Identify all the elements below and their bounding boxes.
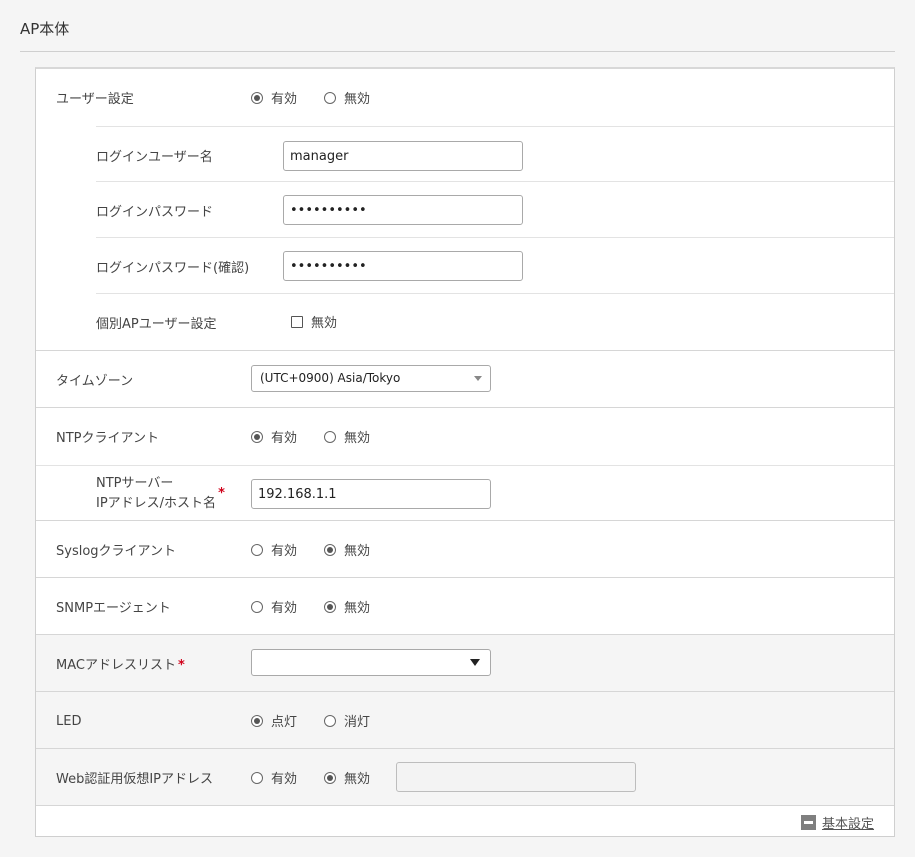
radio-label: 無効: [344, 544, 371, 559]
row-login-password: ログインパスワード: [96, 182, 894, 238]
led-on-radio[interactable]: 点灯: [251, 711, 297, 730]
mac-list-select[interactable]: [251, 649, 491, 676]
required-mark: *: [177, 658, 185, 673]
user-setting-enabled-radio[interactable]: 有効: [251, 88, 297, 107]
individual-ap-user-checkbox[interactable]: 無効: [291, 312, 337, 331]
radio-unselected-icon: [251, 600, 263, 613]
row-ntp-server: NTPサーバー IPアドレス/ホスト名*: [36, 465, 894, 521]
row-individual-ap-user: 個別APユーザー設定 無効: [36, 294, 894, 351]
individual-ap-user-label: 個別APユーザー設定: [96, 317, 217, 332]
syslog-client-disabled-radio[interactable]: 無効: [324, 540, 370, 559]
mac-list-label: MACアドレスリスト *: [56, 658, 185, 673]
section-title: AP本体: [20, 20, 70, 38]
row-web-auth-ip: Web認証用仮想IPアドレス 有効 無効: [36, 749, 894, 806]
radio-label: 無効: [344, 772, 371, 787]
led-off-radio[interactable]: 消灯: [324, 711, 370, 730]
radio-selected-icon: [324, 600, 336, 613]
timezone-label: タイムゾーン: [56, 374, 134, 389]
collapse-minus-icon: [800, 815, 816, 830]
user-setting-disabled-radio[interactable]: 無効: [324, 88, 370, 107]
radio-label: 有効: [271, 544, 298, 559]
radio-unselected-icon: [324, 430, 336, 443]
login-password-label: ログインパスワード: [96, 205, 214, 220]
ntp-client-label: NTPクライアント: [56, 431, 159, 446]
radio-label: 有効: [271, 601, 298, 616]
web-auth-ip-enabled-radio[interactable]: 有効: [251, 768, 297, 787]
settings-panel: ユーザー設定 有効 無効 ログインユーザー名 ログインパスワード ログインパスワ…: [35, 67, 895, 837]
radio-unselected-icon: [251, 771, 263, 784]
web-auth-ip-input: [396, 762, 636, 792]
radio-label: 有効: [271, 431, 298, 446]
radio-selected-icon: [251, 91, 263, 104]
checkbox-unchecked-icon: [291, 315, 303, 328]
web-auth-ip-label: Web認証用仮想IPアドレス: [56, 772, 214, 787]
radio-unselected-icon: [324, 714, 336, 727]
radio-label: 無効: [344, 431, 371, 446]
syslog-client-label: Syslogクライアント: [56, 544, 177, 559]
row-syslog-client: Syslogクライアント 有効 無効: [36, 521, 894, 578]
checkbox-label: 無効: [311, 316, 338, 331]
radio-label: 無効: [344, 601, 371, 616]
radio-label: 有効: [271, 772, 298, 787]
basic-settings-link-label: 基本設定: [821, 817, 874, 832]
radio-label: 点灯: [271, 715, 298, 730]
snmp-agent-enabled-radio[interactable]: 有効: [251, 597, 297, 616]
basic-settings-link[interactable]: 基本設定: [800, 813, 874, 832]
radio-label: 有効: [271, 92, 298, 107]
radio-unselected-icon: [251, 543, 263, 556]
required-mark: *: [218, 486, 225, 501]
snmp-agent-disabled-radio[interactable]: 無効: [324, 597, 370, 616]
syslog-client-enabled-radio[interactable]: 有効: [251, 540, 297, 559]
ntp-client-disabled-radio[interactable]: 無効: [324, 427, 370, 446]
radio-selected-icon: [251, 430, 263, 443]
ntp-server-label: NTPサーバー IPアドレス/ホスト名*: [96, 476, 225, 511]
radio-unselected-icon: [324, 91, 336, 104]
row-mac-list: MACアドレスリスト *: [36, 635, 894, 692]
web-auth-ip-disabled-radio[interactable]: 無効: [324, 768, 370, 787]
snmp-agent-label: SNMPエージェント: [56, 601, 171, 616]
chevron-down-icon: [470, 659, 480, 666]
chevron-down-icon: [474, 376, 482, 381]
radio-label: 消灯: [344, 715, 371, 730]
led-label: LED: [56, 714, 82, 729]
ntp-client-enabled-radio[interactable]: 有効: [251, 427, 297, 446]
login-password-confirm-label: ログインパスワード(確認): [96, 261, 250, 276]
user-setting-label: ユーザー設定: [56, 92, 134, 107]
login-password-input[interactable]: [283, 195, 523, 225]
ntp-server-input[interactable]: [251, 479, 491, 509]
login-password-confirm-input[interactable]: [283, 251, 523, 281]
row-led: LED 点灯 消灯: [36, 692, 894, 749]
radio-selected-icon: [251, 714, 263, 727]
radio-label: 無効: [344, 92, 371, 107]
title-divider: [20, 51, 895, 52]
row-login-password-confirm: ログインパスワード(確認): [96, 238, 894, 294]
login-user-input[interactable]: [283, 141, 523, 171]
row-snmp-agent: SNMPエージェント 有効 無効: [36, 578, 894, 635]
timezone-select[interactable]: (UTC+0900) Asia/Tokyo: [251, 365, 491, 392]
timezone-value: (UTC+0900) Asia/Tokyo: [260, 371, 401, 385]
radio-selected-icon: [324, 543, 336, 556]
row-user-setting: ユーザー設定 有効 無効: [36, 69, 894, 126]
row-timezone: タイムゾーン (UTC+0900) Asia/Tokyo: [36, 351, 894, 408]
row-login-user: ログインユーザー名: [96, 126, 894, 182]
row-ntp-client: NTPクライアント 有効 無効: [36, 408, 894, 465]
login-user-label: ログインユーザー名: [96, 150, 213, 165]
radio-selected-icon: [324, 771, 336, 784]
